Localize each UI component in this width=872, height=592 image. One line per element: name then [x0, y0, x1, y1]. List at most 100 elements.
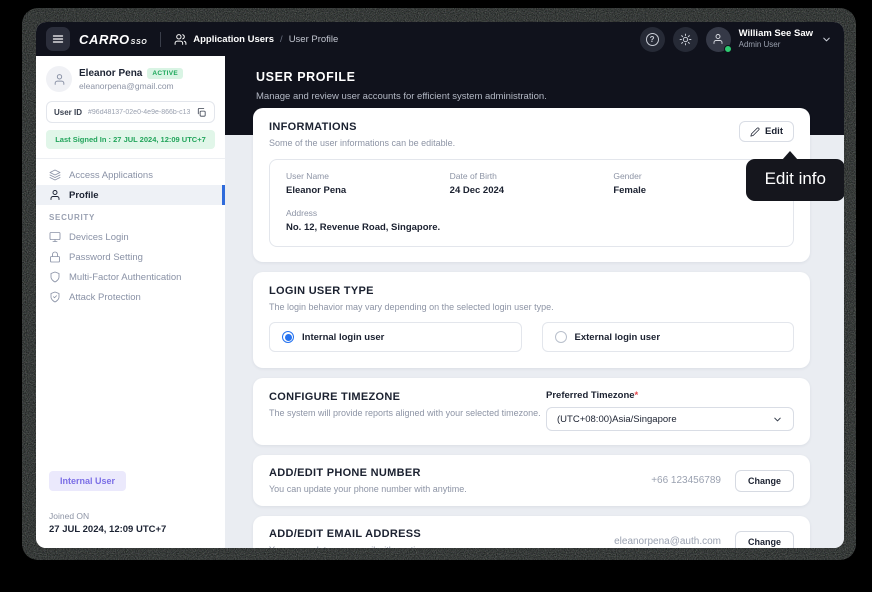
radio-selected-icon[interactable] — [282, 331, 294, 343]
breadcrumb-current: User Profile — [289, 34, 339, 45]
internal-login-user-option[interactable]: Internal login user — [269, 322, 522, 352]
sidebar-item-multi-factor-authentication[interactable]: Multi-Factor Authentication — [36, 267, 225, 287]
preferred-timezone-label: Preferred Timezone — [546, 390, 635, 401]
configure-timezone-card: CONFIGURE TIMEZONE The system will provi… — [253, 378, 810, 445]
sidebar-item-label: Password Setting — [69, 252, 143, 263]
edit-info-tooltip: Edit info — [746, 159, 844, 201]
radio-unselected-icon[interactable] — [555, 331, 567, 343]
field-value: No. 12, Revenue Road, Singapore. — [286, 222, 777, 233]
email-title: ADD/EDIT EMAIL ADDRESS — [269, 528, 614, 540]
theme-toggle-button[interactable] — [673, 27, 698, 52]
sidebar-section-security: SECURITY — [36, 205, 225, 227]
sidebar-item-label: Attack Protection — [69, 292, 141, 303]
app-body: Eleanor Pena ACTIVE eleanorpena@gmail.co… — [36, 56, 844, 548]
user-icon — [49, 189, 61, 201]
lock-icon — [49, 251, 61, 263]
email-subtitle: You can update your email with anytime. — [269, 545, 614, 548]
page-subtitle: Manage and review user accounts for effi… — [256, 91, 844, 102]
sidebar-item-label: Multi-Factor Authentication — [69, 272, 181, 283]
field-label: User Name — [286, 171, 450, 181]
phone-subtitle: You can update your phone number with an… — [269, 484, 651, 494]
email-address-card: ADD/EDIT EMAIL ADDRESS You can update yo… — [253, 516, 810, 548]
user-menu-button[interactable] — [821, 34, 832, 45]
chevron-down-icon — [772, 414, 783, 425]
sidebar-item-label: Devices Login — [69, 232, 129, 243]
informations-card: INFORMATIONS Some of the user informatio… — [253, 108, 810, 262]
option-label: Internal login user — [302, 332, 384, 343]
help-icon: ? — [646, 33, 659, 46]
informations-subtitle: Some of the user informations can be edi… — [269, 138, 455, 148]
timezone-title: CONFIGURE TIMEZONE — [269, 391, 546, 403]
field-user-name: User Name Eleanor Pena — [286, 171, 450, 196]
informations-title: INFORMATIONS — [269, 121, 455, 133]
user-id-box: User ID #96d48137-02e0-4e9e-866b-c131 — [46, 101, 215, 123]
field-value: 24 Dec 2024 — [450, 185, 614, 196]
help-button[interactable]: ? — [640, 27, 665, 52]
topbar-actions: ? William See Saw Admin User — [640, 27, 832, 52]
sidebar-user-email: eleanorpena@gmail.com — [79, 81, 183, 91]
app-window: CARROsso Application Users / User Profil… — [36, 22, 844, 548]
sidebar-item-access-applications[interactable]: Access Applications — [36, 165, 225, 185]
change-phone-button[interactable]: Change — [735, 470, 794, 492]
sidebar-item-devices-login[interactable]: Devices Login — [36, 227, 225, 247]
online-status-dot — [724, 45, 732, 53]
field-date-of-birth: Date of Birth 24 Dec 2024 — [450, 171, 614, 196]
internal-user-badge: Internal User — [49, 471, 126, 491]
sidebar-item-profile[interactable]: Profile — [36, 185, 225, 205]
topbar-divider — [160, 32, 161, 47]
option-label: External login user — [575, 332, 661, 343]
timezone-subtitle: The system will provide reports aligned … — [269, 408, 546, 418]
page-title: USER PROFILE — [256, 70, 844, 84]
login-user-type-card: LOGIN USER TYPE The login behavior may v… — [253, 272, 810, 368]
menu-button[interactable] — [46, 27, 70, 51]
copy-icon — [196, 107, 207, 118]
joined-on-label: Joined ON — [49, 511, 212, 521]
users-icon — [174, 33, 187, 46]
shield-icon — [49, 271, 61, 283]
logo-suffix: sso — [131, 39, 148, 46]
avatar[interactable] — [706, 27, 731, 52]
breadcrumb-separator: / — [280, 34, 283, 45]
sidebar-user-card: Eleanor Pena ACTIVE eleanorpena@gmail.co… — [36, 56, 225, 96]
main-area: USER PROFILE Manage and review user acco… — [225, 56, 844, 548]
phone-value: +66 123456789 — [651, 475, 721, 486]
login-user-type-subtitle: The login behavior may vary depending on… — [269, 302, 794, 312]
edit-button-label: Edit — [765, 126, 783, 137]
sidebar-item-attack-protection[interactable]: Attack Protection — [36, 287, 225, 307]
informations-fields: User Name Eleanor Pena Date of Birth 24 … — [269, 159, 794, 247]
sun-icon — [679, 33, 692, 46]
change-email-button[interactable]: Change — [735, 531, 794, 549]
timezone-selected-value: (UTC+08:00)Asia/Singapore — [557, 414, 677, 425]
topbar: CARROsso Application Users / User Profil… — [36, 22, 844, 56]
external-login-user-option[interactable]: External login user — [542, 322, 795, 352]
edit-button[interactable]: Edit — [739, 121, 794, 142]
user-id-label: User ID — [54, 108, 82, 117]
user-icon — [53, 73, 66, 86]
shield-check-icon — [49, 291, 61, 303]
topbar-user-name: William See Saw — [739, 28, 813, 40]
breadcrumb: Application Users / User Profile — [174, 33, 338, 46]
sidebar-item-password-setting[interactable]: Password Setting — [36, 247, 225, 267]
copy-button[interactable] — [196, 107, 207, 118]
sidebar-avatar — [46, 66, 72, 92]
sidebar-item-label: Access Applications — [69, 170, 153, 181]
chevron-down-icon — [821, 34, 832, 45]
breadcrumb-section[interactable]: Application Users — [193, 34, 274, 45]
required-mark: * — [635, 390, 639, 401]
timezone-select[interactable]: (UTC+08:00)Asia/Singapore — [546, 407, 794, 431]
user-icon — [712, 33, 724, 45]
login-user-type-title: LOGIN USER TYPE — [269, 285, 794, 297]
status-badge: ACTIVE — [147, 68, 183, 79]
sidebar-footer: Internal User Joined ON 27 JUL 2024, 12:… — [36, 461, 225, 548]
content: INFORMATIONS Some of the user informatio… — [225, 135, 844, 548]
sidebar-divider — [36, 158, 225, 159]
phone-number-card: ADD/EDIT PHONE NUMBER You can update you… — [253, 455, 810, 506]
phone-title: ADD/EDIT PHONE NUMBER — [269, 467, 651, 479]
layers-icon — [49, 169, 61, 181]
sidebar-user-name: Eleanor Pena — [79, 68, 142, 79]
field-value: Eleanor Pena — [286, 185, 450, 196]
logo-text: CARRO — [79, 32, 130, 47]
email-value: eleanorpena@auth.com — [614, 536, 721, 547]
topbar-user-meta: William See Saw Admin User — [739, 28, 813, 50]
hamburger-icon — [52, 33, 64, 45]
